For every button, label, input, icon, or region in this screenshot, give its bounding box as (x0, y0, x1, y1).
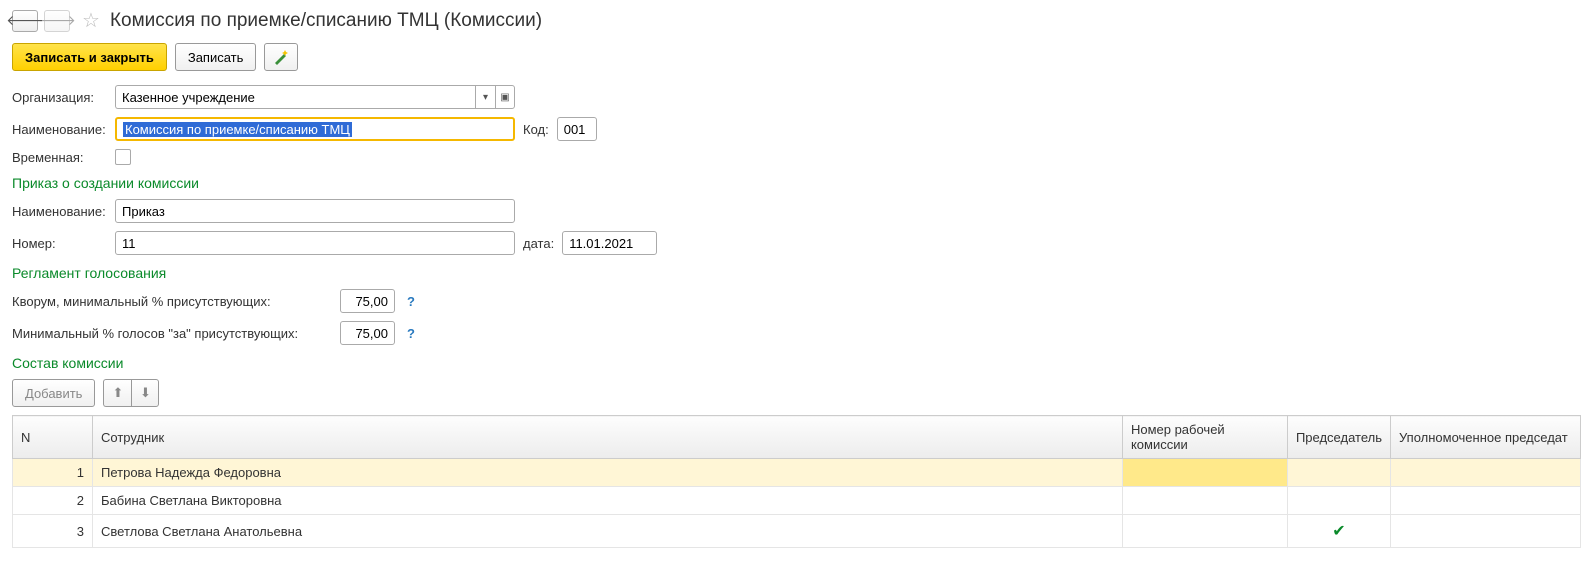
min-votes-label: Минимальный % голосов "за" присутствующи… (12, 326, 332, 341)
add-member-button[interactable]: Добавить (12, 379, 95, 407)
nav-forward-button[interactable]: 🡒 (44, 10, 70, 32)
cell-auth-chair[interactable] (1391, 459, 1581, 487)
move-up-button[interactable]: ⬆ (103, 379, 131, 407)
cell-employee[interactable]: Светлова Светлана Анатольевна (93, 515, 1123, 548)
name-input-selection: Комиссия по приемке/списанию ТМЦ (123, 122, 352, 137)
save-close-button[interactable]: Записать и закрыть (12, 43, 167, 71)
save-button[interactable]: Записать (175, 43, 257, 71)
table-row[interactable]: 2Бабина Светлана Викторовна (13, 487, 1581, 515)
wand-icon (273, 49, 289, 65)
wizard-button[interactable] (264, 43, 298, 71)
cell-auth-chair[interactable] (1391, 487, 1581, 515)
arrow-up-icon: ⬆ (113, 385, 124, 401)
order-no-input[interactable] (115, 231, 515, 255)
check-icon: ✔ (1332, 523, 1345, 540)
col-work-no[interactable]: Номер рабочей комиссии (1122, 416, 1287, 459)
cell-chair[interactable] (1287, 487, 1390, 515)
org-label: Организация: (12, 90, 107, 105)
cell-employee[interactable]: Бабина Светлана Викторовна (93, 487, 1123, 515)
table-row[interactable]: 1Петрова Надежда Федоровна (13, 459, 1581, 487)
org-open-button[interactable]: ▣ (495, 85, 515, 109)
voting-section-title: Регламент голосования (12, 265, 1581, 281)
nav-back-button[interactable]: 🡐 (12, 10, 38, 32)
quorum-help-icon[interactable]: ? (407, 294, 415, 309)
min-votes-help-icon[interactable]: ? (407, 326, 415, 341)
cell-auth-chair[interactable] (1391, 515, 1581, 548)
cell-n[interactable]: 2 (13, 487, 93, 515)
cell-n[interactable]: 1 (13, 459, 93, 487)
code-input[interactable] (557, 117, 597, 141)
temp-checkbox[interactable] (115, 149, 131, 165)
col-auth-chair[interactable]: Уполномоченное председат (1391, 416, 1581, 459)
cell-work-no[interactable] (1122, 515, 1287, 548)
col-employee[interactable]: Сотрудник (93, 416, 1123, 459)
quorum-input[interactable] (340, 289, 395, 313)
cell-chair[interactable]: ✔ (1287, 515, 1390, 548)
name-label: Наименование: (12, 122, 107, 137)
quorum-label: Кворум, минимальный % присутствующих: (12, 294, 332, 309)
order-no-label: Номер: (12, 236, 107, 251)
code-label: Код: (523, 122, 549, 137)
org-input[interactable] (115, 85, 475, 109)
min-votes-input[interactable] (340, 321, 395, 345)
page-title: Комиссия по приемке/списанию ТМЦ (Комисс… (110, 10, 542, 32)
cell-employee[interactable]: Петрова Надежда Федоровна (93, 459, 1123, 487)
col-chair[interactable]: Председатель (1287, 416, 1390, 459)
order-date-label: дата: (523, 236, 554, 251)
cell-n[interactable]: 3 (13, 515, 93, 548)
col-n[interactable]: N (13, 416, 93, 459)
order-section-title: Приказ о создании комиссии (12, 175, 1581, 191)
move-down-button[interactable]: ⬇ (131, 379, 159, 407)
order-name-label: Наименование: (12, 204, 107, 219)
order-date-input[interactable] (562, 231, 657, 255)
name-input[interactable]: Комиссия по приемке/списанию ТМЦ (115, 117, 515, 141)
arrow-down-icon: ⬇ (140, 385, 151, 401)
favorite-star-icon[interactable]: ☆ (82, 8, 100, 33)
org-dropdown-button[interactable]: ▾ (475, 85, 495, 109)
temp-label: Временная: (12, 150, 107, 165)
members-table[interactable]: N Сотрудник Номер рабочей комиссии Предс… (12, 415, 1581, 548)
order-name-input[interactable] (115, 199, 515, 223)
cell-work-no[interactable] (1122, 487, 1287, 515)
table-row[interactable]: 3Светлова Светлана Анатольевна ✔ (13, 515, 1581, 548)
cell-chair[interactable] (1287, 459, 1390, 487)
members-section-title: Состав комиссии (12, 355, 1581, 371)
cell-work-no[interactable] (1122, 459, 1287, 487)
